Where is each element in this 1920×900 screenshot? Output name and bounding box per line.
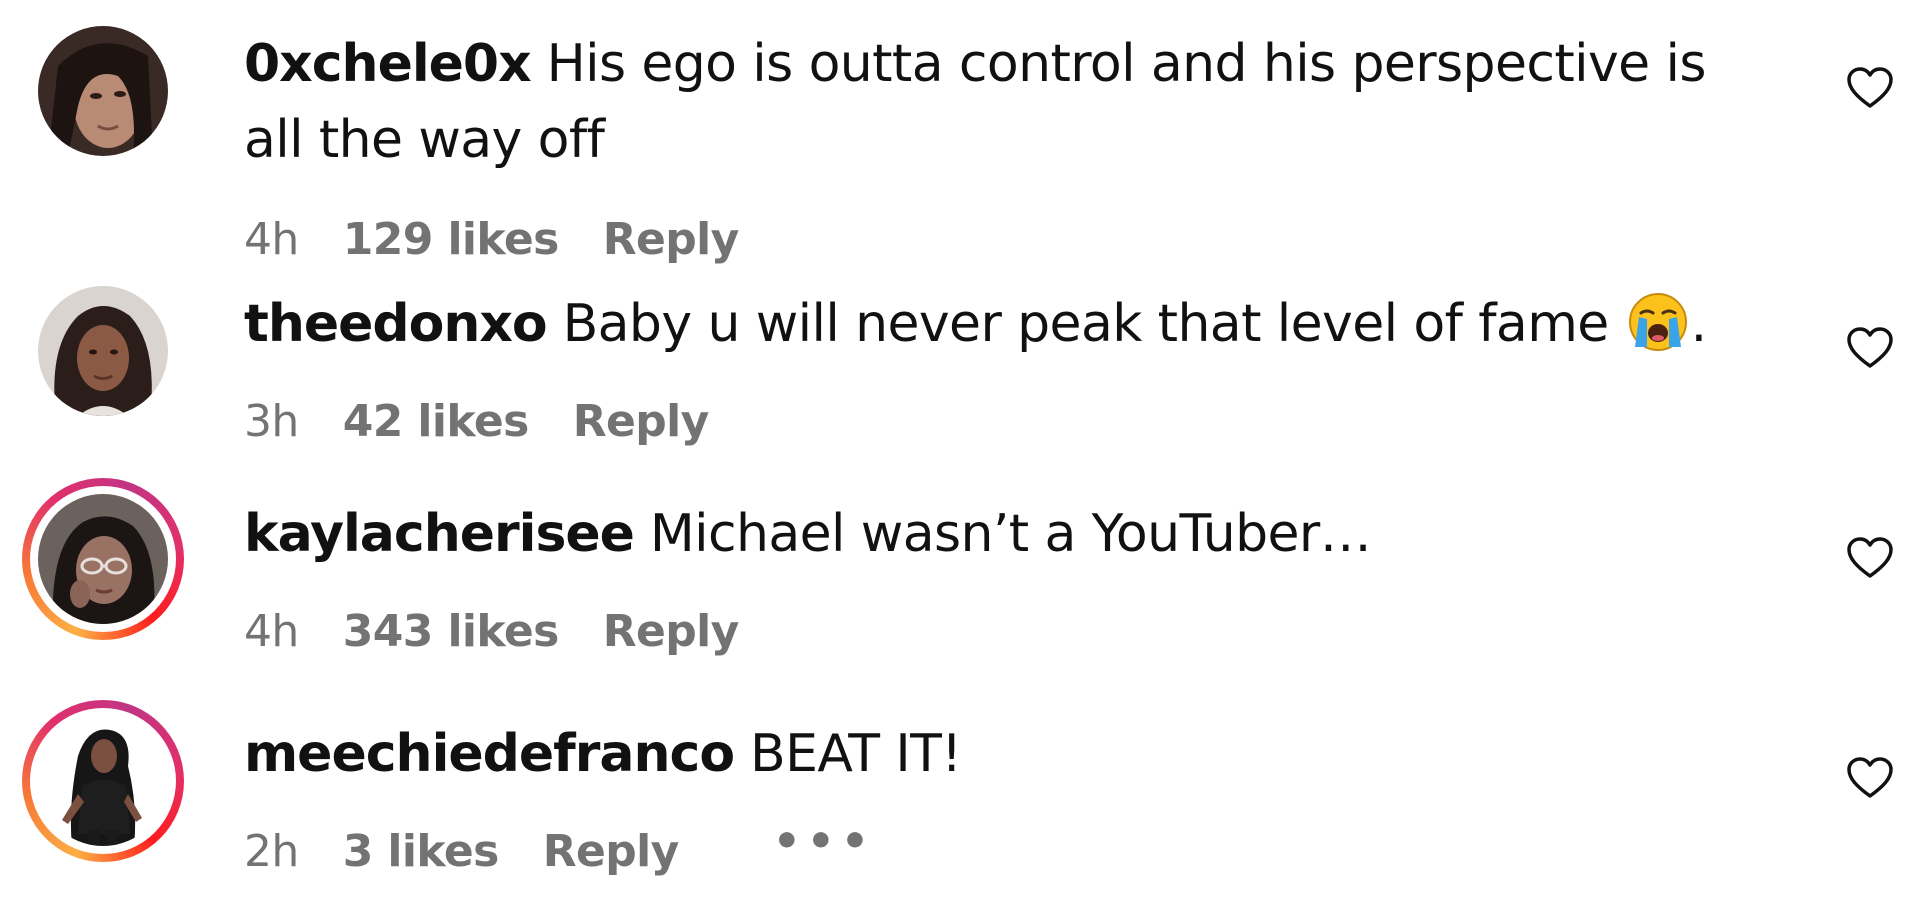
comment-likes[interactable]: 42 likes: [343, 396, 530, 447]
comment-meta: 3h 42 likes Reply: [244, 396, 753, 447]
avatar[interactable]: [38, 286, 168, 416]
comment-time: 2h: [244, 826, 299, 877]
avatar-photo: [38, 286, 168, 416]
avatar-photo: [38, 716, 168, 846]
comment-body: theedonxo Baby u will never peak that le…: [244, 286, 1764, 362]
reply-button[interactable]: Reply: [543, 826, 680, 877]
reply-button[interactable]: Reply: [603, 214, 740, 265]
comment-text: Michael wasn’t a YouTuber…: [649, 504, 1372, 564]
avatar-story-ring[interactable]: [22, 478, 184, 640]
comment-text: BEAT IT!: [750, 724, 962, 784]
comment-body: meechiedefranco BEAT IT!: [244, 716, 1764, 792]
avatar: [30, 708, 176, 854]
avatar-story-ring[interactable]: [22, 700, 184, 862]
comment-likes[interactable]: 129 likes: [343, 214, 560, 265]
comment-likes[interactable]: 343 likes: [343, 606, 560, 657]
comment-username[interactable]: kaylacherisee: [244, 504, 635, 564]
comment-text-suffix: .: [1690, 294, 1708, 354]
comment-meta: 4h 343 likes Reply: [244, 606, 783, 657]
avatar-photo: [38, 494, 168, 624]
comment-time: 4h: [244, 606, 299, 657]
avatar[interactable]: [38, 26, 168, 156]
comment-body: kaylacherisee Michael wasn’t a YouTuber…: [244, 496, 1764, 572]
reply-button[interactable]: Reply: [573, 396, 710, 447]
comment-time: 3h: [244, 396, 299, 447]
loudly-crying-face-icon: [1628, 293, 1687, 351]
comment-username[interactable]: theedonxo: [244, 294, 548, 354]
comment-time: 4h: [244, 214, 299, 265]
comment-username[interactable]: meechiedefranco: [244, 724, 735, 784]
comment-meta: 2h 3 likes Reply •••: [244, 816, 919, 877]
comment-meta: 4h 129 likes Reply: [244, 214, 783, 265]
more-options-icon[interactable]: •••: [773, 816, 875, 867]
heart-outline-icon[interactable]: [1846, 66, 1894, 110]
reply-button[interactable]: Reply: [603, 606, 740, 657]
heart-outline-icon[interactable]: [1846, 326, 1894, 370]
comment-text: Baby u will never peak that level of fam…: [562, 294, 1610, 354]
comment-username[interactable]: 0xchele0x: [244, 34, 532, 94]
heart-outline-icon[interactable]: [1846, 756, 1894, 800]
avatar: [30, 486, 176, 632]
heart-outline-icon[interactable]: [1846, 536, 1894, 580]
comment-body: 0xchele0x His ego is outta control and h…: [244, 26, 1764, 178]
comment-likes[interactable]: 3 likes: [343, 826, 500, 877]
avatar-photo: [38, 26, 168, 156]
